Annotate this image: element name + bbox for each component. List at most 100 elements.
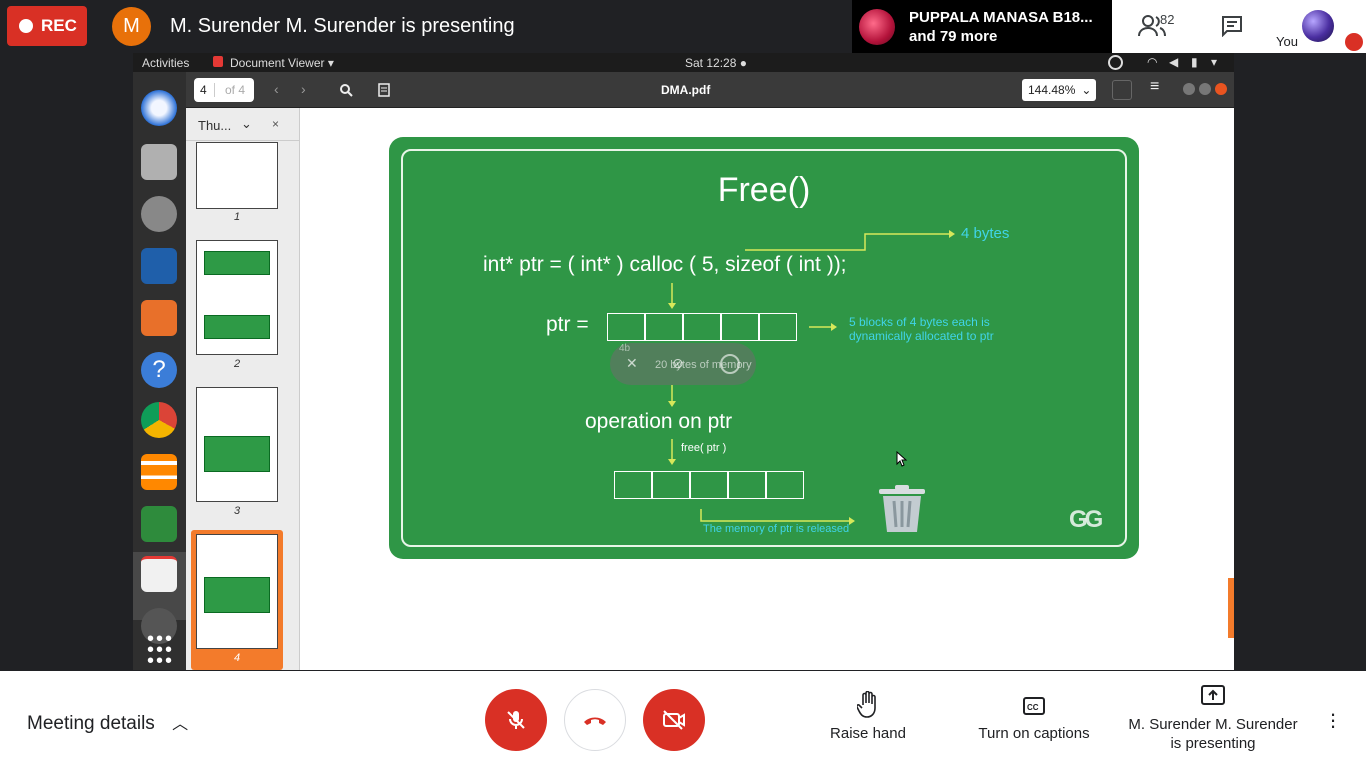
pin-off-icon[interactable]: ✕: [626, 355, 638, 372]
mouse-cursor-icon: [896, 451, 908, 467]
obs-tray-icon[interactable]: [1108, 55, 1123, 70]
participant-avatar: [859, 8, 895, 45]
writer-icon[interactable]: [141, 248, 177, 284]
thunderbird-icon[interactable]: [141, 90, 177, 126]
chrome-icon[interactable]: [141, 402, 177, 438]
block-size-label: 4b: [619, 343, 631, 354]
meeting-details-label: Meeting details: [27, 713, 155, 734]
memory-block: [728, 471, 766, 499]
previous-page-icon[interactable]: ‹: [274, 81, 279, 97]
thumbnail-page-4[interactable]: [196, 534, 278, 649]
svg-text:CC: CC: [1027, 703, 1039, 712]
meeting-details-button[interactable]: Meeting details ︿: [27, 710, 188, 735]
close-icon[interactable]: [1215, 83, 1227, 95]
released-note: The memory of ptr is released: [703, 523, 850, 535]
memory-block: [614, 471, 652, 499]
app-menu[interactable]: Document Viewer ▾: [230, 56, 334, 70]
files-icon[interactable]: [141, 144, 177, 180]
more-options-icon[interactable]: · · ·: [1325, 703, 1341, 737]
presenting-label: M. Surender M. Surender is presenting: [1124, 715, 1302, 753]
memory-block: [766, 471, 804, 499]
microphone-toggle-button[interactable]: [485, 689, 547, 751]
captions-button[interactable]: CC Turn on captions: [970, 671, 1098, 768]
next-page-icon[interactable]: ›: [301, 81, 306, 97]
thumbnail-sidebar: Thu... ⌄ × 1 2 3 4: [186, 108, 300, 670]
minimize-icon[interactable]: [1183, 83, 1195, 95]
meet-top-bar: REC M M. Surender M. Surender is present…: [0, 0, 1366, 53]
document-title: DMA.pdf: [661, 83, 711, 97]
camera-toggle-button[interactable]: [643, 689, 705, 751]
presentation-status-button[interactable]: M. Surender M. Surender is presenting: [1124, 671, 1302, 768]
search-icon[interactable]: [339, 83, 353, 97]
allocation-note: 5 blocks of 4 bytes each is dynamically …: [849, 315, 994, 343]
participant-more: and 79 more: [909, 27, 998, 45]
thumbnail-label: 4: [233, 652, 241, 664]
annotations-icon[interactable]: [378, 83, 390, 97]
hamburger-menu-icon[interactable]: ≡: [1150, 78, 1159, 96]
people-count: 82: [1160, 12, 1175, 27]
present-screen-icon: [1201, 685, 1225, 705]
presenting-line-1: M. Surender M. Surender: [1128, 716, 1298, 733]
zoom-select[interactable]: 144.48% ⌄: [1022, 79, 1096, 101]
participant-name: PUPPALA MANASA B18...: [909, 8, 1093, 26]
vlc-icon[interactable]: [141, 454, 177, 490]
operation-label: operation on ptr: [585, 410, 733, 433]
thumbnail-page-1[interactable]: [196, 142, 278, 209]
chevron-up-icon: ︿: [172, 716, 189, 733]
close-sidebar-icon[interactable]: ×: [272, 117, 279, 131]
help-icon[interactable]: ?: [141, 352, 177, 388]
sidebar-header: Thu... ⌄ ×: [186, 108, 299, 141]
raise-hand-label: Raise hand: [830, 725, 906, 742]
memory-block: [652, 471, 690, 499]
trash-bin-icon: [879, 485, 925, 532]
thumbnail-page-2[interactable]: [196, 240, 278, 355]
raise-hand-button[interactable]: Raise hand: [818, 671, 918, 768]
show-apps-icon[interactable]: ••• ••• •••: [147, 629, 174, 670]
page-number-field[interactable]: 4 of 4: [194, 78, 254, 102]
save-document-icon[interactable]: [1112, 80, 1132, 100]
recording-badge[interactable]: REC: [7, 6, 87, 46]
wifi-icon[interactable]: ◠: [1147, 55, 1157, 69]
presenting-line-2: is presenting: [1170, 735, 1256, 752]
clock[interactable]: Sat 12:28 ●: [685, 56, 747, 70]
thumbnail-page-3[interactable]: [196, 387, 278, 502]
leave-call-button[interactable]: [564, 689, 626, 751]
self-avatar[interactable]: [1302, 10, 1334, 42]
software-icon[interactable]: [141, 300, 177, 336]
thumbnail-slide: [204, 315, 270, 339]
memory-block: [690, 471, 728, 499]
thumbnail-label: 1: [233, 211, 241, 223]
document-viewer-dock-icon[interactable]: [141, 556, 177, 592]
thumbnail-slide: [204, 436, 270, 472]
thumbnail-slide: [204, 251, 270, 275]
page-total: of 4: [214, 83, 245, 97]
calc-icon[interactable]: [141, 506, 177, 542]
activities-button[interactable]: Activities: [142, 56, 189, 70]
maximize-icon[interactable]: [1199, 83, 1211, 95]
allocation-note-line-2: dynamically allocated to ptr: [849, 329, 994, 343]
rhythmbox-icon[interactable]: [141, 196, 177, 232]
captions-label: Turn on captions: [978, 725, 1090, 742]
memory-block: [759, 313, 797, 341]
memory-block: [607, 313, 645, 341]
mic-off-icon: [507, 711, 525, 729]
zoom-value: 144.48%: [1028, 83, 1076, 97]
chevron-down-icon[interactable]: ⌄: [241, 116, 252, 132]
shared-screen: Activities Document Viewer ▾ Sat 12:28 ●…: [133, 53, 1234, 670]
system-menu-chevron-icon[interactable]: ▾: [1211, 55, 1217, 69]
participant-tile[interactable]: PUPPALA MANASA B18... and 79 more: [852, 0, 1112, 53]
sidebar-mode-select[interactable]: Thu...: [198, 118, 231, 133]
presenter-avatar: M: [112, 7, 151, 46]
chat-icon[interactable]: [1221, 15, 1243, 37]
presenter-title: M. Surender M. Surender is presenting: [170, 15, 515, 37]
viewer-header-bar: 4 of 4 ‹ › DMA.pdf 144.48% ⌄ ≡: [186, 72, 1234, 108]
scrollbar-thumb[interactable]: [1228, 578, 1234, 638]
volume-icon[interactable]: ◀: [1169, 55, 1178, 69]
battery-icon[interactable]: ▮: [1191, 55, 1198, 69]
ubuntu-dock: ? ••• ••• •••: [133, 72, 186, 670]
you-label: You: [1276, 34, 1298, 49]
memory-block: [645, 313, 683, 341]
free-call-label: free( ptr ): [681, 442, 727, 454]
ptr-label: ptr =: [546, 313, 589, 336]
self-mic-off-icon: [1345, 33, 1363, 51]
